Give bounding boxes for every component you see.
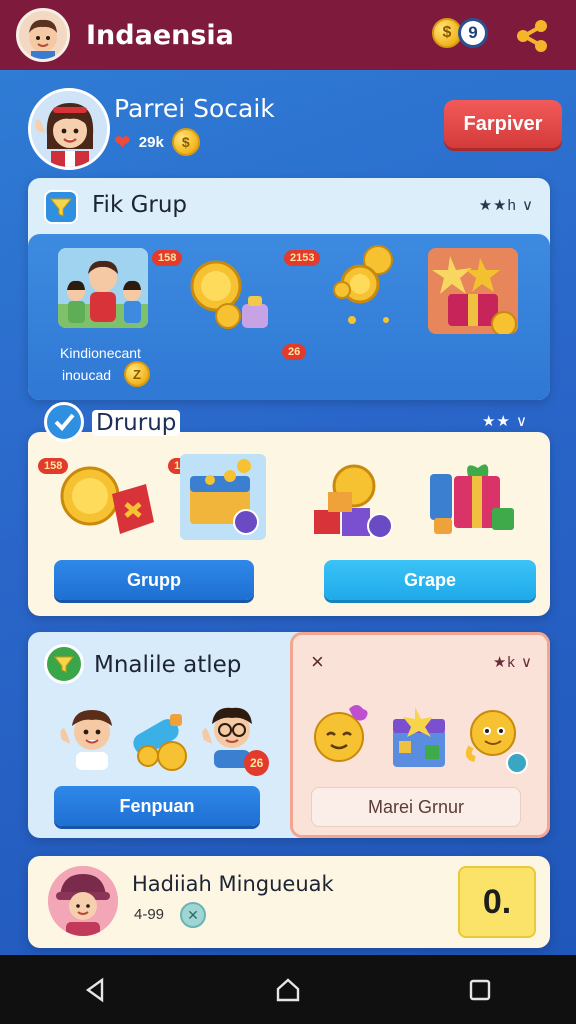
coin-balance[interactable]: $ 9	[432, 18, 488, 48]
gold-coin-icon: Z	[124, 361, 150, 387]
top-bar: Indaensia $ 9	[0, 0, 576, 70]
back-button[interactable]	[76, 970, 116, 1010]
filter-icon	[44, 190, 78, 224]
drop-card: 158 156	[28, 432, 550, 616]
mobile-card-right-panel: × ★k ∨ Marei Grnur	[290, 632, 550, 838]
share-icon	[517, 20, 547, 52]
recents-button[interactable]	[460, 970, 500, 1010]
back-triangle-icon	[85, 977, 104, 1002]
marei-group-button[interactable]: Marei Grnur	[311, 787, 521, 827]
coin-stack-image[interactable]	[186, 254, 276, 339]
girl-avatar-icon	[31, 91, 107, 167]
member-name: inoucad	[62, 367, 112, 383]
reward-title: Hadiiah Mingueuak	[132, 872, 334, 896]
count-badge: 26	[282, 344, 307, 360]
heart-icon: ❤	[114, 131, 131, 154]
app-title: Indaensia	[86, 19, 234, 51]
check-badge-icon	[44, 402, 84, 442]
home-icon	[276, 977, 300, 1001]
card-rating-dropdown[interactable]: ★★ ∨	[482, 412, 528, 430]
coin-pile-image[interactable]	[312, 242, 412, 337]
group-card-body: Kindionecant inoucad Z 158 2153 26	[28, 234, 550, 400]
filter-icon	[44, 644, 84, 684]
share-button[interactable]	[512, 16, 552, 56]
card-rating-dropdown[interactable]: ★★h ∨	[479, 196, 534, 214]
reward-action-button[interactable]: 0.	[458, 866, 536, 938]
mobile-card: Mnalile atlep 26 Fenpuan × ★k ∨ Marei Gr…	[28, 632, 550, 838]
coin-blocks-image[interactable]	[308, 456, 408, 551]
group-card: Fik Grup ★★h ∨ Kindionecant inoucad Z 15…	[28, 178, 550, 400]
reward-avatar[interactable]	[48, 866, 118, 936]
gift-boxes-image[interactable]	[424, 454, 524, 549]
grape-button[interactable]: Grape	[324, 560, 536, 600]
reward-stat: 4-99	[134, 906, 165, 923]
follow-button[interactable]: Farpiver	[444, 100, 562, 148]
home-button[interactable]	[268, 970, 308, 1010]
treasure-box-image[interactable]	[180, 454, 266, 540]
card-title: Mnalile atlep	[94, 652, 242, 678]
profile-name: Parrei Socaik	[114, 94, 275, 123]
card-title: Drurup	[92, 410, 181, 436]
recents-square-icon	[469, 979, 491, 1000]
family-image[interactable]	[58, 248, 148, 328]
group-button[interactable]: Grupp	[54, 560, 254, 600]
profile-stat-value: 29k	[138, 133, 164, 151]
coin-count: 9	[458, 18, 488, 48]
gold-coin-icon: $	[171, 128, 200, 156]
mascot-image[interactable]	[461, 703, 533, 780]
profile-avatar[interactable]	[28, 88, 110, 170]
user-avatar[interactable]	[16, 8, 70, 62]
reward-card: Hadiiah Mingueuak 4-99 ✕ 0.	[28, 856, 550, 948]
boy-avatar-icon	[29, 19, 57, 59]
card-title: Fik Grup	[92, 192, 188, 218]
count-badge: 158	[152, 250, 183, 266]
card-rating-dropdown[interactable]: ★k ∨	[493, 653, 533, 671]
badge-icon: ✕	[180, 902, 206, 928]
system-nav-bar	[0, 955, 576, 1024]
boy-character-image[interactable]	[58, 700, 128, 775]
coin-box-image[interactable]	[50, 454, 160, 549]
profile-header: Parrei Socaik ❤ 29k $ Farpiver	[14, 84, 562, 170]
bottle-coin-image[interactable]	[124, 708, 196, 779]
fenpuan-button[interactable]: Fenpuan	[54, 786, 260, 826]
profile-stats: ❤ 29k $	[114, 128, 200, 156]
member-name: Kindionecant	[60, 345, 141, 361]
close-icon[interactable]: ×	[311, 649, 324, 675]
gift-image[interactable]	[428, 248, 518, 334]
emoji-face-image[interactable]	[309, 701, 375, 772]
mystery-box-image[interactable]	[387, 707, 451, 776]
